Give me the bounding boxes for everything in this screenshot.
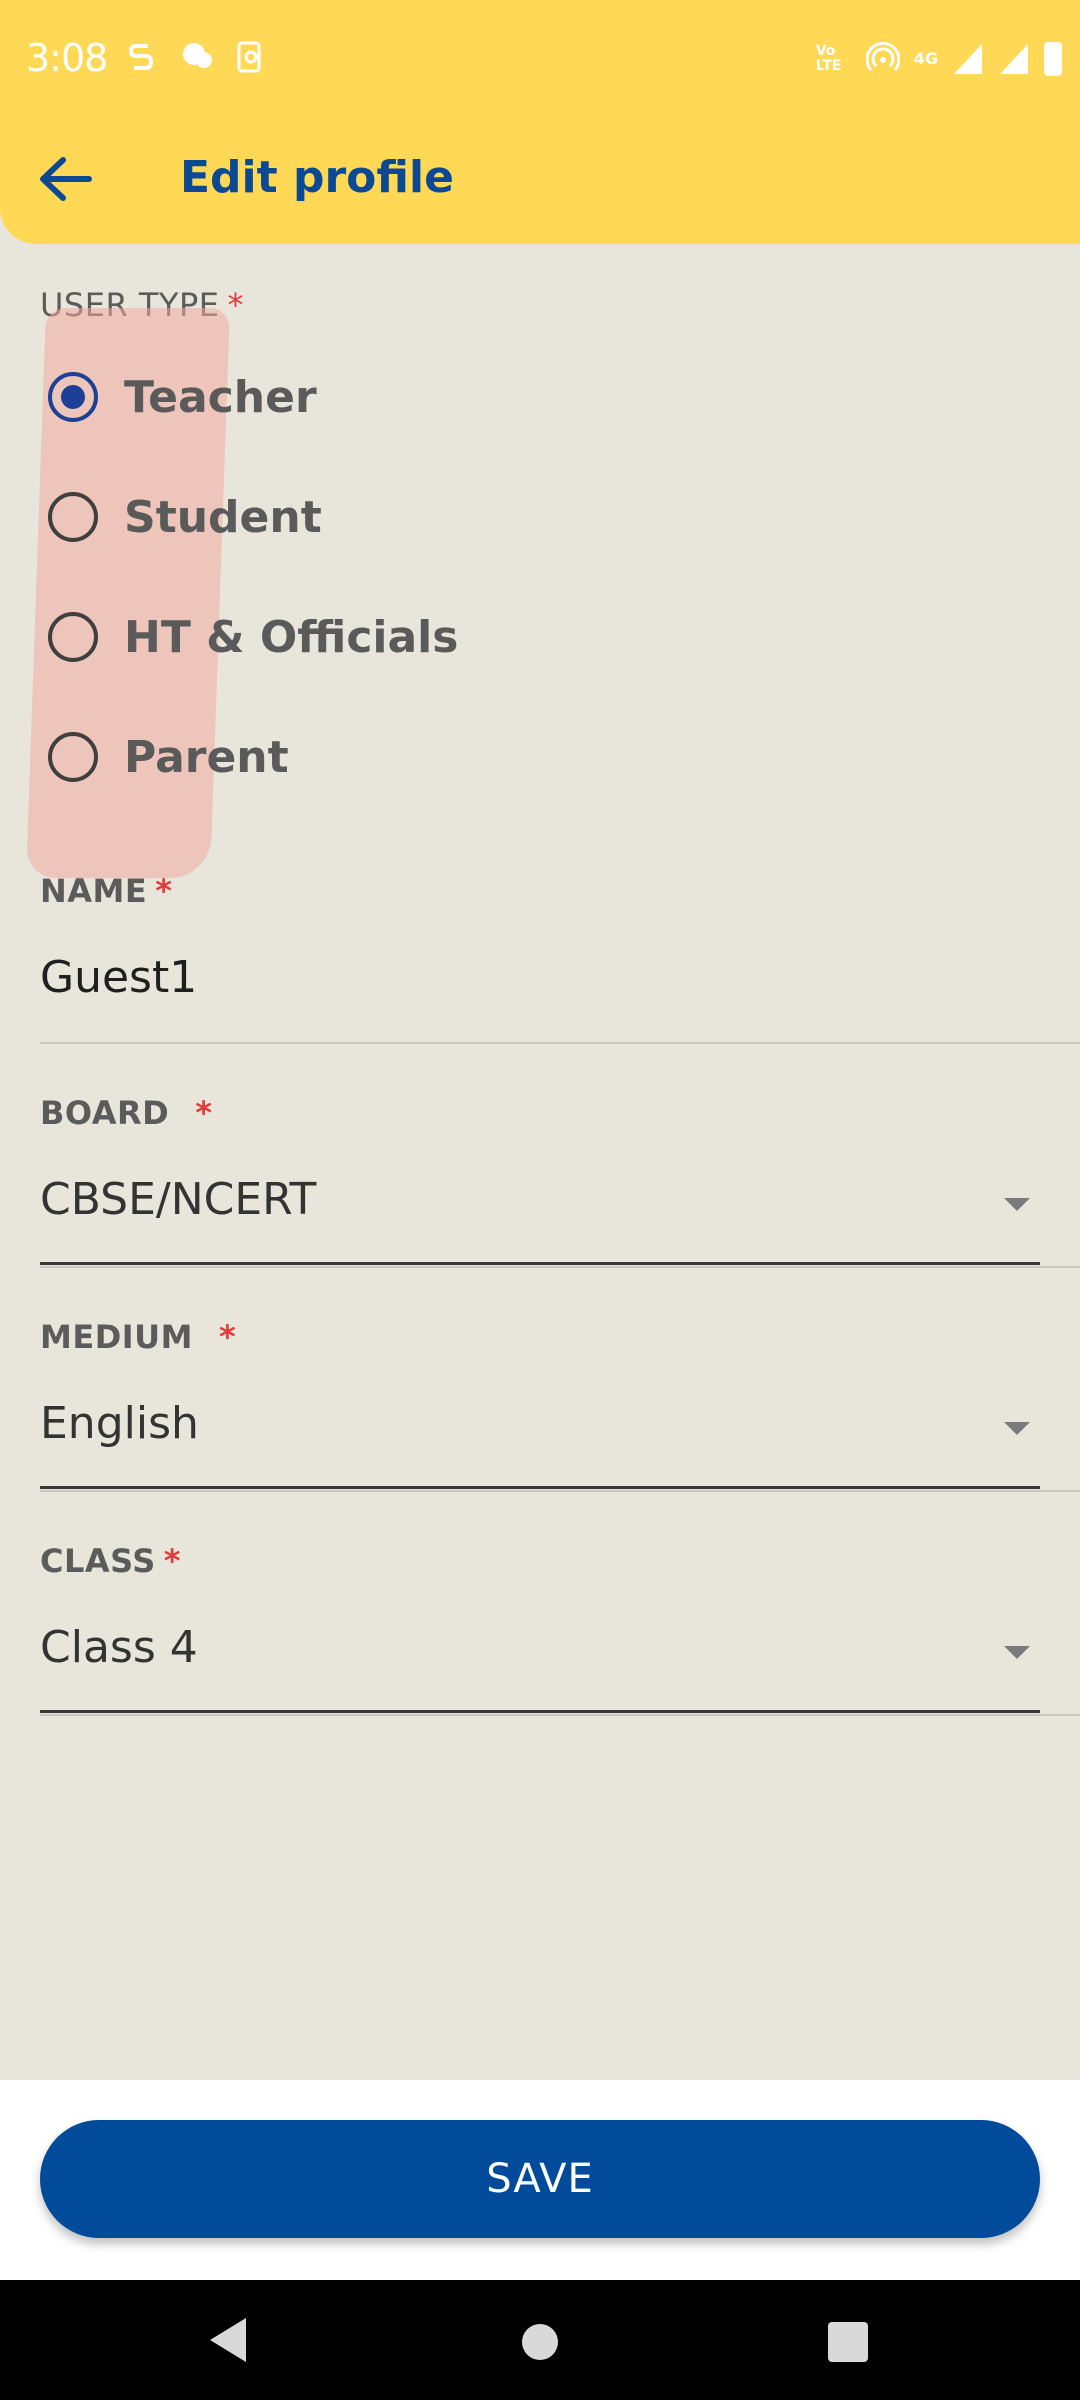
chevron-down-icon[interactable]	[1004, 1422, 1030, 1435]
radio-option-parent[interactable]: Parent	[48, 722, 289, 792]
name-input[interactable]: Guest1	[40, 952, 197, 1003]
radio-label: Parent	[124, 731, 289, 783]
volte-label: Vo LTE	[815, 43, 842, 74]
radio-button[interactable]	[48, 732, 98, 782]
status-time: 3:08	[26, 36, 108, 80]
save-button[interactable]: SAVE	[40, 2120, 1040, 2238]
board-divider	[40, 1266, 1080, 1268]
radio-button[interactable]	[48, 612, 98, 662]
back-button[interactable]	[30, 144, 100, 214]
board-underline	[40, 1262, 1040, 1265]
chevron-down-icon[interactable]	[1004, 1198, 1030, 1211]
bottom-action-panel: SAVE	[0, 2080, 1080, 2280]
required-mark: *	[227, 286, 244, 324]
signal-icon-2	[1000, 44, 1028, 74]
system-nav-bar	[0, 2280, 1080, 2400]
radio-label: Student	[124, 491, 322, 543]
battery-icon	[1044, 42, 1062, 76]
notification-chat-icon	[180, 40, 212, 74]
class-label: CLASS *	[40, 1542, 182, 1580]
radio-label: HT & Officials	[124, 611, 459, 663]
required-mark: *	[195, 1094, 213, 1132]
class-divider	[40, 1714, 1080, 1716]
notification-phone-icon	[234, 40, 264, 74]
nav-back-icon[interactable]	[210, 2318, 246, 2362]
nav-recents-icon[interactable]	[828, 2322, 868, 2362]
name-label: NAME *	[40, 872, 173, 910]
medium-select[interactable]: English	[40, 1398, 199, 1449]
medium-underline	[40, 1486, 1040, 1489]
class-underline	[40, 1710, 1040, 1713]
radio-button-checked[interactable]	[48, 372, 98, 422]
app-header: 3:08 Vo LTE 4G Edit profile	[0, 0, 1080, 244]
radio-option-ht-officials[interactable]: HT & Officials	[48, 602, 458, 672]
nav-home-icon[interactable]	[522, 2324, 558, 2360]
status-bar: 3:08 Vo LTE 4G	[0, 0, 1080, 126]
app-bar: Edit profile	[0, 126, 1080, 244]
board-label: BOARD *	[40, 1094, 213, 1132]
notification-s-icon	[126, 40, 156, 74]
radio-option-student[interactable]: Student	[48, 482, 322, 552]
hotspot-icon	[865, 40, 901, 78]
medium-label: MEDIUM *	[40, 1318, 237, 1356]
required-mark: *	[219, 1318, 237, 1356]
class-select[interactable]: Class 4	[40, 1622, 198, 1673]
board-select[interactable]: CBSE/NCERT	[40, 1174, 316, 1225]
network-type-label: 4G	[913, 49, 938, 68]
page-title: Edit profile	[180, 152, 454, 203]
radio-label: Teacher	[124, 371, 317, 423]
required-mark: *	[163, 1542, 182, 1580]
radio-option-teacher[interactable]: Teacher	[48, 362, 317, 432]
name-underline	[40, 1042, 1080, 1044]
required-mark: *	[155, 872, 173, 910]
arrow-left-icon	[40, 157, 92, 201]
radio-button[interactable]	[48, 492, 98, 542]
signal-icon	[954, 44, 982, 74]
chevron-down-icon[interactable]	[1004, 1646, 1030, 1659]
medium-divider	[40, 1490, 1080, 1492]
